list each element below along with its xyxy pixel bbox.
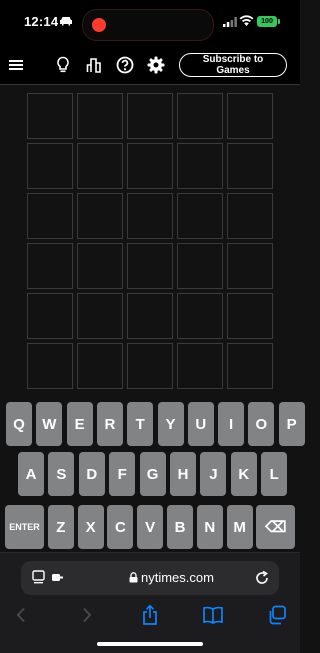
- key-u[interactable]: U: [187, 402, 214, 446]
- menu-icon[interactable]: [5, 54, 27, 76]
- key-n[interactable]: N: [196, 505, 223, 549]
- help-icon[interactable]: [114, 54, 136, 76]
- key-d[interactable]: D: [78, 452, 105, 496]
- board-tile: [27, 143, 73, 189]
- board-tile: [227, 143, 273, 189]
- stats-icon[interactable]: [83, 54, 105, 76]
- key-p[interactable]: P: [278, 402, 305, 446]
- board-tile: [227, 293, 273, 339]
- wifi-icon: [239, 15, 254, 26]
- recording-dot-icon: [92, 18, 106, 32]
- board-tile: [127, 93, 173, 139]
- board-tile: [27, 343, 73, 389]
- key-g[interactable]: G: [139, 452, 166, 496]
- board-tile: [77, 243, 123, 289]
- key-b[interactable]: B: [167, 505, 193, 549]
- reload-icon[interactable]: [254, 570, 270, 586]
- bookmarks-icon[interactable]: [201, 603, 225, 627]
- battery-nub: [278, 19, 280, 24]
- key-i[interactable]: I: [218, 402, 245, 446]
- board-tile: [77, 143, 123, 189]
- key-l[interactable]: L: [261, 452, 288, 496]
- key-r[interactable]: R: [96, 402, 123, 446]
- page-menu-icon[interactable]: [32, 570, 66, 586]
- key-h[interactable]: H: [170, 452, 196, 496]
- key-v[interactable]: V: [137, 505, 164, 549]
- board-tile: [177, 93, 223, 139]
- keyboard-row: ENTER Z X C V B N M ⌫: [0, 505, 300, 551]
- status-bar: 12:14 100: [0, 0, 300, 46]
- lock-icon: [129, 572, 138, 583]
- key-k[interactable]: K: [230, 452, 257, 496]
- key-z[interactable]: Z: [47, 505, 74, 549]
- key-c[interactable]: C: [107, 505, 134, 549]
- url-text: nytimes.com: [141, 570, 214, 585]
- subscribe-button[interactable]: Subscribe to Games: [179, 53, 287, 77]
- home-indicator[interactable]: [97, 642, 203, 646]
- board-tile: [177, 343, 223, 389]
- key-x[interactable]: X: [77, 505, 104, 549]
- key-w[interactable]: W: [36, 402, 63, 446]
- board-tile: [227, 93, 273, 139]
- board-tile: [177, 143, 223, 189]
- settings-gear-icon[interactable]: [145, 54, 167, 76]
- board-tile: [127, 343, 173, 389]
- keyboard-row: ASDFGHJKL: [0, 452, 300, 498]
- key-a[interactable]: A: [18, 452, 44, 496]
- key-o[interactable]: O: [248, 402, 275, 446]
- key-m[interactable]: M: [226, 505, 253, 549]
- share-icon[interactable]: [138, 603, 162, 627]
- key-q[interactable]: Q: [6, 402, 32, 446]
- status-time: 12:14: [24, 14, 59, 29]
- board-tile: [27, 93, 73, 139]
- game-header: Subscribe to Games: [0, 46, 300, 85]
- forward-arrow-icon[interactable]: [75, 603, 99, 627]
- board-tile: [27, 193, 73, 239]
- enter-key[interactable]: ENTER: [5, 505, 44, 549]
- board-tile: [127, 193, 173, 239]
- board-tile: [77, 343, 123, 389]
- signal-icon: [223, 17, 237, 27]
- backspace-key[interactable]: ⌫: [256, 505, 296, 549]
- key-s[interactable]: S: [48, 452, 75, 496]
- board-tile: [77, 293, 123, 339]
- board-tile: [177, 193, 223, 239]
- board-tile: [127, 293, 173, 339]
- board-tile: [27, 293, 73, 339]
- key-e[interactable]: E: [66, 402, 93, 446]
- board-tile: [177, 243, 223, 289]
- back-arrow-icon[interactable]: [9, 603, 33, 627]
- car-icon: [60, 17, 72, 26]
- board-tile: [127, 143, 173, 189]
- battery-indicator: 100: [257, 16, 277, 27]
- key-f[interactable]: F: [109, 452, 136, 496]
- board-tile: [227, 343, 273, 389]
- board-tile: [227, 243, 273, 289]
- board-tile: [127, 243, 173, 289]
- dynamic-island[interactable]: [82, 9, 214, 41]
- key-j[interactable]: J: [200, 452, 227, 496]
- board-tile: [77, 93, 123, 139]
- board-tile: [177, 293, 223, 339]
- game-board: [27, 93, 273, 389]
- browser-toolbar: nytimes.com: [0, 552, 300, 653]
- tabs-icon[interactable]: [265, 603, 289, 627]
- key-y[interactable]: Y: [157, 402, 184, 446]
- board-tile: [227, 193, 273, 239]
- key-t[interactable]: T: [127, 402, 154, 446]
- lightbulb-icon[interactable]: [52, 54, 74, 76]
- board-tile: [27, 243, 73, 289]
- address-bar[interactable]: nytimes.com: [21, 561, 279, 595]
- keyboard-row: QWERTYUIOP: [0, 402, 305, 448]
- board-tile: [77, 193, 123, 239]
